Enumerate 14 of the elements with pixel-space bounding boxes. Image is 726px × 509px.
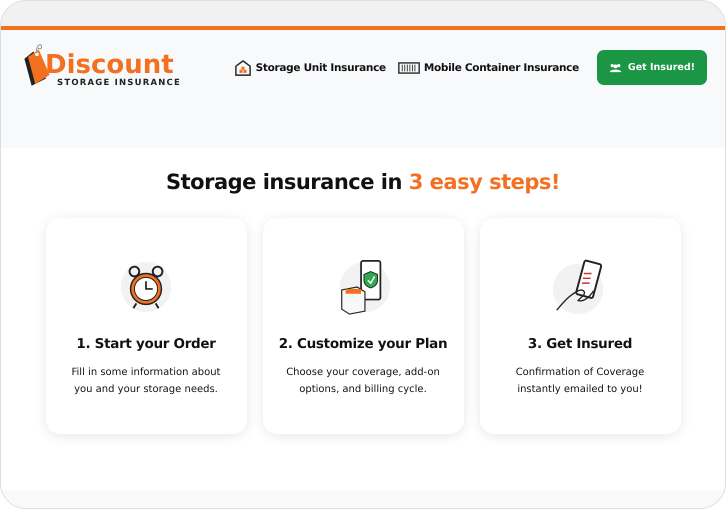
get-insured-button[interactable]: Get Insured! [596,50,707,85]
step-title: 2. Customize your Plan [278,336,448,352]
step-title: 1. Start your Order [76,336,216,352]
logo-tagline: STORAGE INSURANCE [56,78,181,88]
shipping-container-icon [398,60,420,76]
step-description: Choose your coverage, add-on options, and billing cycle. [285,366,441,397]
step-description: Fill in some information about you and your storage needs. [70,366,222,397]
people-icon [608,62,622,72]
step-title: 3. Get Insured [528,336,632,352]
nav-link[interactable]: Mobile Container Insurance [398,60,579,76]
step-description: Confirmation of Coverage instantly emailed to you! [514,366,646,397]
nav-link[interactable]: Storage Unit Insurance [234,60,386,76]
warehouse-icon [234,60,252,76]
section-heading: Storage insurance in 3 easy steps! [166,170,560,194]
